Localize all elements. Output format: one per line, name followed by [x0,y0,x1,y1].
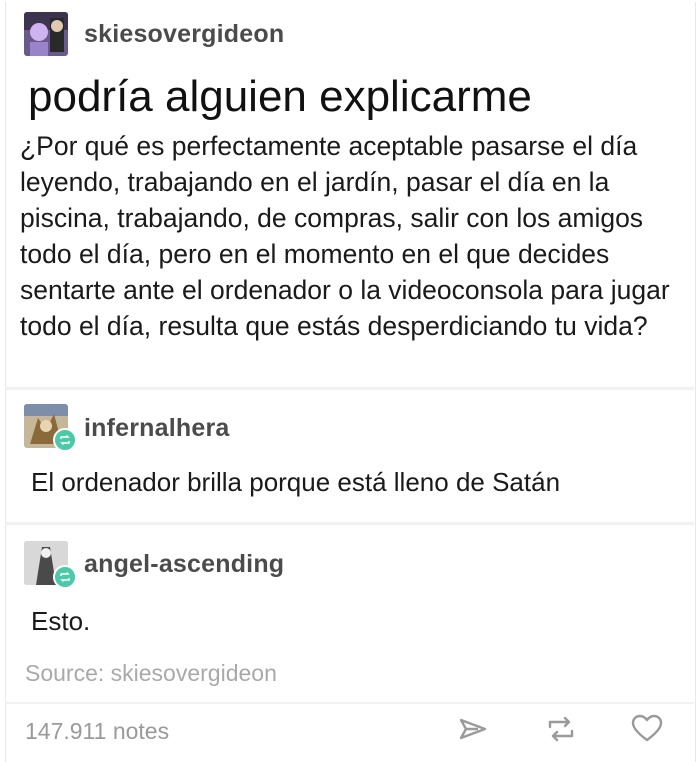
reblog-badge-icon [53,428,77,452]
heart-icon[interactable] [630,712,664,746]
reblog-comment: El ordenador brilla porque está lleno de… [31,467,561,497]
reblogger-username[interactable]: infernalhera [84,414,230,443]
post-title: podría alguien explicarme [28,72,532,121]
reblog-icon[interactable] [544,712,578,746]
reblog-comment: Esto. [31,606,91,636]
post-body: ¿Por qué es perfectamente aceptable pasa… [20,131,670,341]
reblog-badge-icon [53,565,77,589]
reblogger-username[interactable]: angel-ascending [84,550,284,579]
divider [5,387,694,390]
notes-count[interactable]: 147.911 notes [25,718,169,745]
author-username[interactable]: skiesovergideon [84,20,284,49]
post-source[interactable]: Source: skiesovergideon [25,660,277,687]
share-icon[interactable] [456,712,490,746]
divider [5,522,694,525]
divider [5,702,694,704]
author-avatar[interactable] [24,12,68,56]
